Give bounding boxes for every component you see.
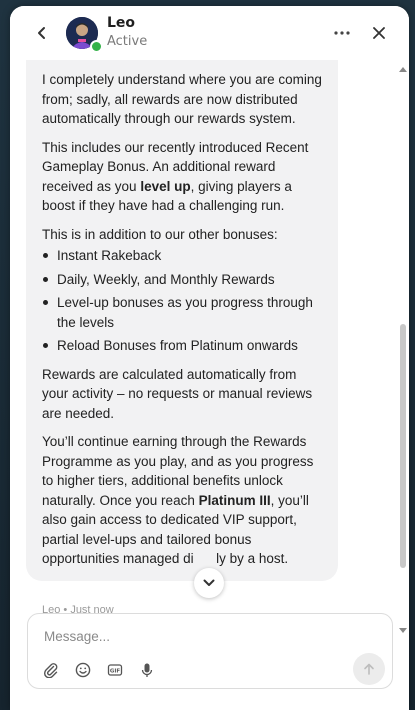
close-button[interactable] — [367, 21, 391, 45]
message-paragraph: You’ll continue earning through the Rewa… — [42, 434, 314, 566]
ellipsis-icon — [334, 31, 350, 35]
emoji-icon — [75, 662, 91, 678]
emoji-button[interactable] — [73, 660, 93, 680]
list-item: Daily, Weekly, and Monthly Rewards — [43, 270, 324, 290]
gif-button[interactable]: GIF — [105, 660, 125, 680]
list-item: Reload Bonuses from Platinum onwards — [43, 336, 324, 356]
message-list[interactable]: I completely understand where you are co… — [10, 60, 409, 614]
svg-text:GIF: GIF — [110, 669, 121, 675]
back-button[interactable] — [30, 21, 54, 45]
chevron-left-icon — [38, 27, 45, 39]
contact-name: Leo — [107, 15, 136, 31]
message-bubble: I completely understand where you are co… — [26, 60, 338, 581]
bonus-list: Instant Rakeback Daily, Weekly, and Mont… — [42, 246, 324, 356]
close-icon — [373, 27, 385, 39]
scroll-to-bottom-button[interactable] — [194, 568, 224, 598]
list-item: Instant Rakeback — [43, 246, 324, 266]
message-paragraph: This is in addition to our other bonuses… — [42, 226, 278, 242]
message-composer: GIF — [27, 613, 393, 689]
paperclip-icon — [43, 663, 58, 678]
voice-button[interactable] — [137, 660, 157, 680]
message-paragraph: I completely understand where you are co… — [42, 72, 322, 126]
list-item: Level-up bonuses as you progress through… — [43, 293, 324, 332]
scroll-down-arrow-icon[interactable] — [399, 628, 407, 634]
arrow-up-icon — [364, 663, 374, 675]
chevron-down-icon — [203, 579, 215, 586]
send-button[interactable] — [353, 653, 385, 685]
chat-window: Leo Active I completely understand where… — [10, 6, 409, 710]
more-options-button[interactable] — [330, 21, 354, 45]
microphone-icon — [141, 663, 153, 677]
message-paragraph: Rewards are calculated automatically fro… — [42, 366, 313, 421]
gif-icon: GIF — [107, 664, 123, 676]
message-input[interactable] — [42, 628, 346, 645]
chat-header: Leo Active — [10, 6, 409, 60]
scroll-up-arrow-icon[interactable] — [399, 66, 407, 72]
online-status-dot — [90, 40, 103, 53]
message-paragraph: This includes our recently introduced Re… — [42, 139, 309, 214]
contact-status: Active — [107, 34, 148, 49]
attach-button[interactable] — [41, 660, 61, 680]
scrollbar-thumb[interactable] — [400, 324, 406, 568]
scrollbar[interactable] — [399, 66, 407, 636]
